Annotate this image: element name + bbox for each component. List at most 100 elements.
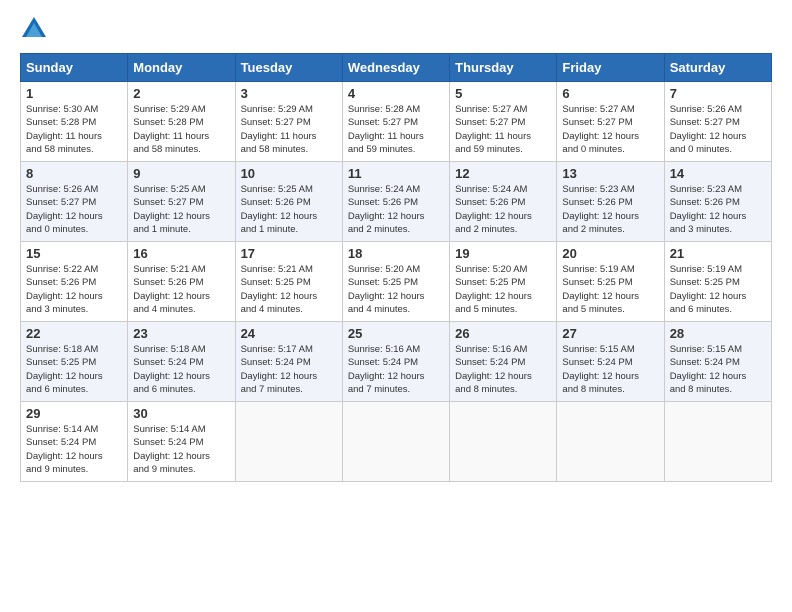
day-number: 3 (241, 86, 337, 101)
calendar-header-monday: Monday (128, 54, 235, 82)
day-info: Sunrise: 5:17 AM Sunset: 5:24 PM Dayligh… (241, 343, 337, 396)
day-info: Sunrise: 5:18 AM Sunset: 5:25 PM Dayligh… (26, 343, 122, 396)
day-number: 11 (348, 166, 444, 181)
day-info: Sunrise: 5:23 AM Sunset: 5:26 PM Dayligh… (562, 183, 658, 236)
day-number: 19 (455, 246, 551, 261)
day-number: 10 (241, 166, 337, 181)
header (20, 15, 772, 43)
calendar-cell: 28 Sunrise: 5:15 AM Sunset: 5:24 PM Dayli… (664, 322, 771, 402)
day-info: Sunrise: 5:14 AM Sunset: 5:24 PM Dayligh… (26, 423, 122, 476)
day-number: 30 (133, 406, 229, 421)
calendar-cell: 7 Sunrise: 5:26 AM Sunset: 5:27 PM Daylig… (664, 82, 771, 162)
day-number: 22 (26, 326, 122, 341)
day-info: Sunrise: 5:22 AM Sunset: 5:26 PM Dayligh… (26, 263, 122, 316)
calendar-cell: 21 Sunrise: 5:19 AM Sunset: 5:25 PM Dayli… (664, 242, 771, 322)
day-number: 8 (26, 166, 122, 181)
day-number: 28 (670, 326, 766, 341)
calendar-week-1: 1 Sunrise: 5:30 AM Sunset: 5:28 PM Daylig… (21, 82, 772, 162)
calendar-week-3: 15Sunrise: 5:22 AM Sunset: 5:26 PM Dayli… (21, 242, 772, 322)
day-number: 1 (26, 86, 122, 101)
calendar-cell: 10 Sunrise: 5:25 AM Sunset: 5:26 PM Dayli… (235, 162, 342, 242)
day-number: 2 (133, 86, 229, 101)
logo-icon (20, 15, 48, 43)
calendar-cell: 13Sunrise: 5:23 AM Sunset: 5:26 PM Dayli… (557, 162, 664, 242)
calendar-header-wednesday: Wednesday (342, 54, 449, 82)
calendar-cell: 26Sunrise: 5:16 AM Sunset: 5:24 PM Dayli… (450, 322, 557, 402)
day-info: Sunrise: 5:16 AM Sunset: 5:24 PM Dayligh… (348, 343, 444, 396)
day-number: 5 (455, 86, 551, 101)
day-info: Sunrise: 5:20 AM Sunset: 5:25 PM Dayligh… (348, 263, 444, 316)
day-info: Sunrise: 5:25 AM Sunset: 5:26 PM Dayligh… (241, 183, 337, 236)
calendar-cell (235, 402, 342, 482)
day-number: 27 (562, 326, 658, 341)
calendar-header-saturday: Saturday (664, 54, 771, 82)
day-info: Sunrise: 5:29 AM Sunset: 5:27 PM Dayligh… (241, 103, 337, 156)
calendar-week-5: 29 Sunrise: 5:14 AM Sunset: 5:24 PM Dayli… (21, 402, 772, 482)
day-info: Sunrise: 5:24 AM Sunset: 5:26 PM Dayligh… (348, 183, 444, 236)
day-number: 23 (133, 326, 229, 341)
calendar-cell: 30 Sunrise: 5:14 AM Sunset: 5:24 PM Dayli… (128, 402, 235, 482)
calendar-cell: 27 Sunrise: 5:15 AM Sunset: 5:24 PM Dayli… (557, 322, 664, 402)
calendar-header-thursday: Thursday (450, 54, 557, 82)
calendar-table: SundayMondayTuesdayWednesdayThursdayFrid… (20, 53, 772, 482)
calendar-cell (557, 402, 664, 482)
calendar-cell: 29 Sunrise: 5:14 AM Sunset: 5:24 PM Dayli… (21, 402, 128, 482)
day-number: 18 (348, 246, 444, 261)
calendar-cell: 1 Sunrise: 5:30 AM Sunset: 5:28 PM Daylig… (21, 82, 128, 162)
calendar-week-4: 22 Sunrise: 5:18 AM Sunset: 5:25 PM Dayli… (21, 322, 772, 402)
day-info: Sunrise: 5:29 AM Sunset: 5:28 PM Dayligh… (133, 103, 229, 156)
day-number: 16 (133, 246, 229, 261)
day-info: Sunrise: 5:21 AM Sunset: 5:26 PM Dayligh… (133, 263, 229, 316)
calendar-cell: 2 Sunrise: 5:29 AM Sunset: 5:28 PM Daylig… (128, 82, 235, 162)
day-info: Sunrise: 5:27 AM Sunset: 5:27 PM Dayligh… (455, 103, 551, 156)
calendar-header-tuesday: Tuesday (235, 54, 342, 82)
calendar-cell: 15Sunrise: 5:22 AM Sunset: 5:26 PM Dayli… (21, 242, 128, 322)
calendar-cell: 18 Sunrise: 5:20 AM Sunset: 5:25 PM Dayli… (342, 242, 449, 322)
day-info: Sunrise: 5:28 AM Sunset: 5:27 PM Dayligh… (348, 103, 444, 156)
day-number: 4 (348, 86, 444, 101)
day-info: Sunrise: 5:19 AM Sunset: 5:25 PM Dayligh… (670, 263, 766, 316)
calendar-cell: 25 Sunrise: 5:16 AM Sunset: 5:24 PM Dayli… (342, 322, 449, 402)
day-info: Sunrise: 5:30 AM Sunset: 5:28 PM Dayligh… (26, 103, 122, 156)
calendar-cell: 4 Sunrise: 5:28 AM Sunset: 5:27 PM Daylig… (342, 82, 449, 162)
day-info: Sunrise: 5:20 AM Sunset: 5:25 PM Dayligh… (455, 263, 551, 316)
day-number: 12 (455, 166, 551, 181)
calendar-cell: 23 Sunrise: 5:18 AM Sunset: 5:24 PM Dayli… (128, 322, 235, 402)
day-info: Sunrise: 5:15 AM Sunset: 5:24 PM Dayligh… (670, 343, 766, 396)
day-info: Sunrise: 5:26 AM Sunset: 5:27 PM Dayligh… (26, 183, 122, 236)
day-info: Sunrise: 5:18 AM Sunset: 5:24 PM Dayligh… (133, 343, 229, 396)
calendar-header-friday: Friday (557, 54, 664, 82)
calendar-cell: 12Sunrise: 5:24 AM Sunset: 5:26 PM Dayli… (450, 162, 557, 242)
calendar-header-sunday: Sunday (21, 54, 128, 82)
page: SundayMondayTuesdayWednesdayThursdayFrid… (0, 0, 792, 612)
calendar-header-row: SundayMondayTuesdayWednesdayThursdayFrid… (21, 54, 772, 82)
day-number: 24 (241, 326, 337, 341)
day-info: Sunrise: 5:19 AM Sunset: 5:25 PM Dayligh… (562, 263, 658, 316)
day-info: Sunrise: 5:27 AM Sunset: 5:27 PM Dayligh… (562, 103, 658, 156)
day-number: 20 (562, 246, 658, 261)
day-number: 26 (455, 326, 551, 341)
calendar-cell: 17Sunrise: 5:21 AM Sunset: 5:25 PM Dayli… (235, 242, 342, 322)
calendar-cell: 3 Sunrise: 5:29 AM Sunset: 5:27 PM Daylig… (235, 82, 342, 162)
day-info: Sunrise: 5:15 AM Sunset: 5:24 PM Dayligh… (562, 343, 658, 396)
day-number: 29 (26, 406, 122, 421)
calendar-cell: 5 Sunrise: 5:27 AM Sunset: 5:27 PM Daylig… (450, 82, 557, 162)
calendar-cell: 14 Sunrise: 5:23 AM Sunset: 5:26 PM Dayli… (664, 162, 771, 242)
calendar-cell (450, 402, 557, 482)
day-info: Sunrise: 5:26 AM Sunset: 5:27 PM Dayligh… (670, 103, 766, 156)
day-info: Sunrise: 5:23 AM Sunset: 5:26 PM Dayligh… (670, 183, 766, 236)
calendar-cell: 16 Sunrise: 5:21 AM Sunset: 5:26 PM Dayli… (128, 242, 235, 322)
day-info: Sunrise: 5:14 AM Sunset: 5:24 PM Dayligh… (133, 423, 229, 476)
calendar-cell: 9Sunrise: 5:25 AM Sunset: 5:27 PM Daylig… (128, 162, 235, 242)
day-number: 25 (348, 326, 444, 341)
logo (20, 15, 52, 43)
calendar-cell: 6 Sunrise: 5:27 AM Sunset: 5:27 PM Daylig… (557, 82, 664, 162)
day-number: 14 (670, 166, 766, 181)
calendar-cell: 20 Sunrise: 5:19 AM Sunset: 5:25 PM Dayli… (557, 242, 664, 322)
day-number: 6 (562, 86, 658, 101)
calendar-cell (664, 402, 771, 482)
day-number: 7 (670, 86, 766, 101)
calendar-week-2: 8 Sunrise: 5:26 AM Sunset: 5:27 PM Daylig… (21, 162, 772, 242)
calendar-cell: 11 Sunrise: 5:24 AM Sunset: 5:26 PM Dayli… (342, 162, 449, 242)
day-number: 21 (670, 246, 766, 261)
